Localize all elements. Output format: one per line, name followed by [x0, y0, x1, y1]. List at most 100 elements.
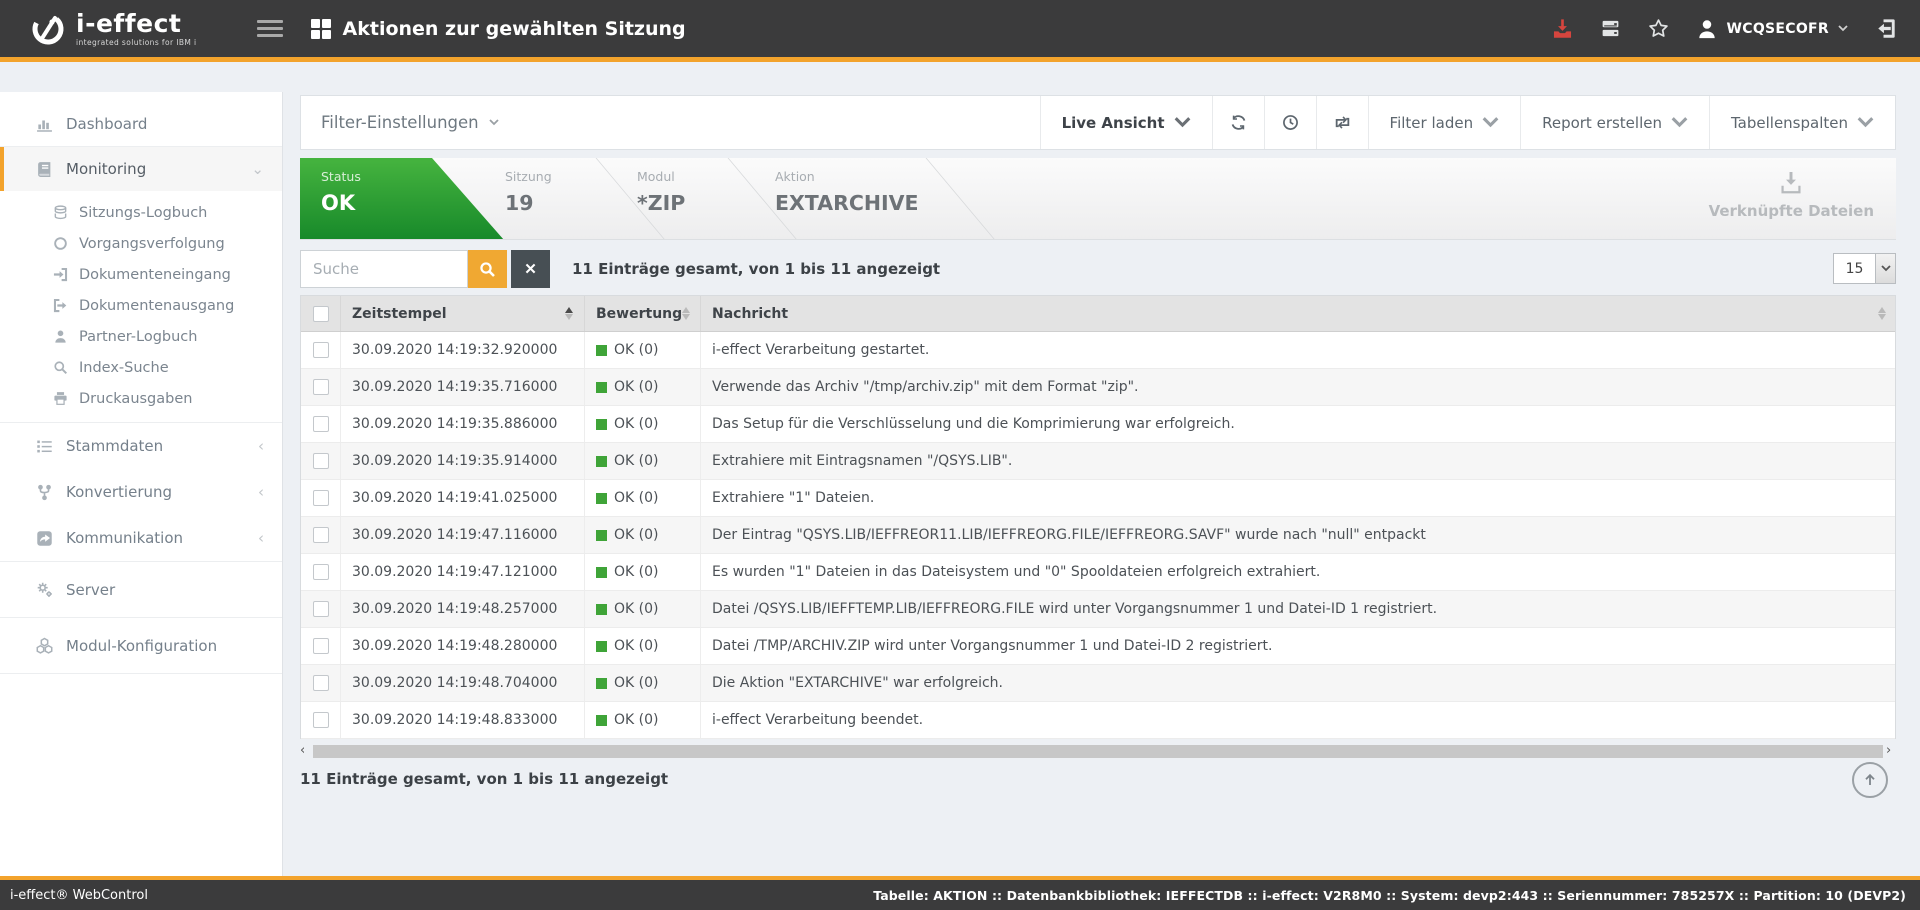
column-label: Bewertung — [596, 306, 682, 322]
linked-files-label: Verknüpfte Dateien — [1709, 202, 1874, 220]
live-view-dropdown[interactable]: Live Ansicht — [1040, 96, 1212, 149]
status-ok-icon — [596, 715, 607, 726]
filter-load-dropdown[interactable]: Filter laden — [1368, 96, 1521, 149]
row-select-cell — [301, 665, 341, 701]
status-ok-icon — [596, 567, 607, 578]
report-create-dropdown[interactable]: Report erstellen — [1520, 96, 1709, 149]
page-size-select[interactable]: 15 — [1833, 253, 1896, 284]
favorites-star-icon[interactable] — [1648, 18, 1670, 40]
scrollbar-thumb[interactable] — [313, 745, 1883, 758]
table-row[interactable]: 30.09.2020 14:19:48.833000OK (0)i-effect… — [301, 702, 1895, 739]
database-icon — [53, 205, 69, 220]
table-row[interactable]: 30.09.2020 14:19:35.886000OK (0)Das Setu… — [301, 406, 1895, 443]
app-logo[interactable]: i-effect integrated solutions for IBM i — [28, 9, 197, 49]
row-checkbox[interactable] — [313, 564, 329, 580]
sidebar-item-vorgangsverfolgung[interactable]: Vorgangsverfolgung — [0, 228, 282, 259]
filter-settings-dropdown[interactable]: Filter-Einstellungen — [301, 113, 499, 132]
table-row[interactable]: 30.09.2020 14:19:48.257000OK (0)Datei /Q… — [301, 591, 1895, 628]
sidebar-item-kommunikation[interactable]: Kommunikation‹ — [0, 515, 282, 561]
search-input[interactable] — [300, 250, 468, 288]
row-checkbox[interactable] — [313, 342, 329, 358]
clear-search-button[interactable]: ✕ — [511, 250, 550, 288]
auto-reload-button[interactable] — [1316, 96, 1368, 149]
rating-text: OK (0) — [614, 564, 658, 580]
rating-text: OK (0) — [614, 416, 658, 432]
history-button[interactable] — [1264, 96, 1316, 149]
search-button[interactable] — [468, 250, 507, 288]
gears-icon — [36, 581, 54, 598]
table-row[interactable]: 30.09.2020 14:19:48.280000OK (0)Datei /T… — [301, 628, 1895, 665]
rating-cell: OK (0) — [585, 554, 701, 590]
sidebar-item-konvertierung[interactable]: Konvertierung‹ — [0, 469, 282, 515]
sidebar-item-dokumenteneingang[interactable]: Dokumenteneingang — [0, 259, 282, 290]
sidebar-item-sitzungs-logbuch[interactable]: Sitzungs-Logbuch — [0, 197, 282, 228]
table-row[interactable]: 30.09.2020 14:19:41.025000OK (0)Extrahie… — [301, 480, 1895, 517]
table-row[interactable]: 30.09.2020 14:19:47.121000OK (0)Es wurde… — [301, 554, 1895, 591]
row-checkbox[interactable] — [313, 379, 329, 395]
timestamp-cell: 30.09.2020 14:19:35.914000 — [341, 443, 585, 479]
message-cell: Extrahiere "1" Dateien. — [701, 480, 1895, 516]
table-row[interactable]: 30.09.2020 14:19:35.716000OK (0)Verwende… — [301, 369, 1895, 406]
sidebar-item-monitoring[interactable]: Monitoring⌄ — [0, 147, 282, 191]
sidebar-item-druckausgaben[interactable]: Druckausgaben — [0, 383, 282, 414]
row-checkbox[interactable] — [313, 416, 329, 432]
chevron-left-icon: ‹ — [258, 529, 264, 547]
server-status-icon[interactable] — [1600, 18, 1622, 40]
table-row[interactable]: 30.09.2020 14:19:35.914000OK (0)Extrahie… — [301, 443, 1895, 480]
row-checkbox[interactable] — [313, 527, 329, 543]
sidebar-item-modul-konfiguration[interactable]: Modul-Konfiguration — [0, 618, 282, 673]
rating-cell: OK (0) — [585, 628, 701, 664]
row-checkbox[interactable] — [313, 601, 329, 617]
sidebar-item-dashboard[interactable]: Dashboard — [0, 102, 282, 146]
crumb-status[interactable]: Status OK — [300, 158, 504, 240]
chevron-down-icon — [1174, 114, 1191, 131]
sidebar-item-server[interactable]: Server — [0, 562, 282, 617]
scroll-left-icon[interactable]: ‹ — [300, 744, 310, 758]
row-checkbox[interactable] — [313, 490, 329, 506]
column-header-nachricht[interactable]: Nachricht — [701, 296, 1895, 331]
user-menu[interactable]: WCQSECOFR — [1696, 18, 1848, 40]
linked-files-button[interactable]: Verknüpfte Dateien — [1709, 172, 1874, 220]
column-header-bewertung[interactable]: Bewertung — [585, 296, 701, 331]
sidebar-item-index-suche[interactable]: Index-Suche — [0, 352, 282, 383]
fork-icon — [36, 484, 54, 501]
chevron-left-icon: ‹ — [258, 483, 264, 501]
menu-toggle-icon[interactable] — [257, 16, 283, 41]
row-checkbox[interactable] — [313, 453, 329, 469]
table-columns-dropdown[interactable]: Tabellenspalten — [1709, 96, 1895, 149]
sidebar-item-label: Dokumentenausgang — [79, 298, 234, 314]
column-header-zeitstempel[interactable]: Zeitstempel — [341, 296, 585, 331]
status-bar: i-effect® WebControl Tabelle: AKTION :: … — [0, 876, 1920, 910]
rating-text: OK (0) — [614, 675, 658, 691]
row-checkbox[interactable] — [313, 675, 329, 691]
sidebar-item-dokumentenausgang[interactable]: Dokumentenausgang — [0, 290, 282, 321]
search-row: ✕ 11 Einträge gesamt, von 1 bis 11 angez… — [300, 250, 1896, 288]
scroll-to-top-button[interactable] — [1852, 762, 1888, 798]
sidebar-submenu: Sitzungs-Logbuch Vorgangsverfolgung Dokume… — [0, 191, 282, 422]
timestamp-cell: 30.09.2020 14:19:48.280000 — [341, 628, 585, 664]
status-ok-icon — [596, 345, 607, 356]
chevron-down-icon — [1671, 114, 1688, 131]
scrollbar-track[interactable] — [313, 745, 1883, 758]
table-row[interactable]: 30.09.2020 14:19:47.116000OK (0)Der Eint… — [301, 517, 1895, 554]
select-all-checkbox[interactable] — [313, 306, 329, 322]
table-row[interactable]: 30.09.2020 14:19:48.704000OK (0)Die Akti… — [301, 665, 1895, 702]
row-checkbox[interactable] — [313, 712, 329, 728]
rating-text: OK (0) — [614, 379, 658, 395]
sidebar-item-stammdaten[interactable]: Stammdaten‹ — [0, 423, 282, 469]
refresh-button[interactable] — [1212, 96, 1264, 149]
sidebar-item-partner-logbuch[interactable]: Partner-Logbuch — [0, 321, 282, 352]
status-ok-icon — [596, 530, 607, 541]
table-row[interactable]: 30.09.2020 14:19:32.920000OK (0)i-effect… — [301, 332, 1895, 369]
timestamp-cell: 30.09.2020 14:19:47.116000 — [341, 517, 585, 553]
logout-icon[interactable] — [1874, 18, 1896, 40]
download-alert-icon[interactable] — [1552, 18, 1574, 40]
sidebar-item-label: Vorgangsverfolgung — [79, 236, 225, 252]
timestamp-cell: 30.09.2020 14:19:48.704000 — [341, 665, 585, 701]
row-select-cell — [301, 369, 341, 405]
scroll-right-icon[interactable]: › — [1886, 744, 1896, 758]
row-checkbox[interactable] — [313, 638, 329, 654]
rating-text: OK (0) — [614, 490, 658, 506]
select-all-cell — [301, 296, 341, 331]
chevron-down-icon — [1875, 254, 1895, 283]
